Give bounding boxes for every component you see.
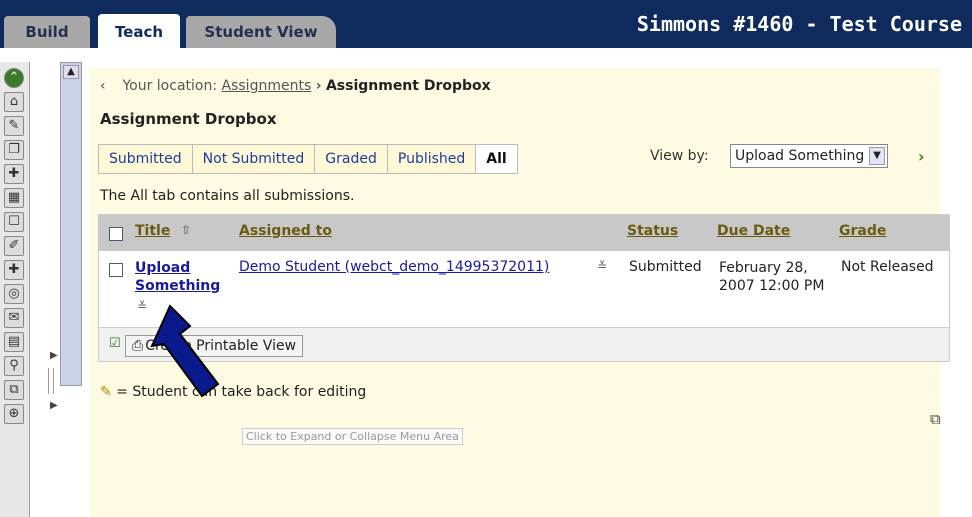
document-icon[interactable]: ❐ — [4, 140, 24, 160]
menu-collapse-handle[interactable]: ▶ ▶ — [44, 350, 58, 430]
search-icon[interactable]: ⚲ — [4, 356, 24, 376]
course-title: Simmons #1460 - Test Course — [636, 12, 962, 36]
scroll-up-icon[interactable]: ▲ — [63, 65, 79, 79]
grade-value: Not Released — [841, 259, 934, 275]
top-navigation-bar: Build Teach Student View Simmons #1460 -… — [0, 0, 972, 48]
tooltip: Click to Expand or Collapse Menu Area — [242, 428, 463, 445]
go-arrow-icon[interactable]: › — [918, 147, 925, 166]
column-status[interactable]: Status — [627, 223, 678, 239]
table-header: Title ⇧ Assigned to Status Due Date Grad… — [99, 215, 949, 251]
tab-build[interactable]: Build — [4, 16, 90, 48]
pointer-arrow-annotation — [150, 304, 220, 398]
pen-icon[interactable]: ✎ — [4, 116, 24, 136]
sort-up-icon: ⇧ — [181, 223, 192, 237]
back-chevron-icon[interactable]: ‹ — [100, 78, 118, 94]
pin-icon[interactable]: ✐ — [4, 236, 24, 256]
filter-tabs: Submitted Not Submitted Graded Published… — [98, 144, 518, 174]
tab-submitted[interactable]: Submitted — [99, 145, 193, 173]
copy-pages-icon[interactable]: ⧉ — [4, 380, 24, 400]
splitter-grip-icon — [48, 368, 54, 394]
row-checkbox[interactable] — [109, 263, 123, 277]
view-by-selected-value: Upload Something — [735, 148, 865, 164]
due-date-value: February 28, 2007 12:00 PM — [719, 260, 825, 294]
column-title[interactable]: Title — [135, 223, 170, 239]
breadcrumb-link-assignments[interactable]: Assignments — [222, 78, 312, 94]
check-all-icon[interactable]: ☑ — [109, 336, 121, 351]
status-value: Submitted — [629, 259, 702, 275]
submission-title-link[interactable]: Upload Something — [135, 259, 235, 295]
tab-not-submitted[interactable]: Not Submitted — [193, 145, 316, 173]
main-content: ‹ Your location: Assignments › Assignmen… — [90, 68, 950, 517]
disc-icon[interactable]: ◎ — [4, 284, 24, 304]
globe-icon[interactable]: ⊕ — [4, 404, 24, 424]
tab-description: The All tab contains all submissions. — [100, 188, 355, 204]
breadcrumb: ‹ Your location: Assignments › Assignmen… — [100, 78, 491, 94]
expand-arrow-icon: ▶ — [50, 400, 58, 411]
assignment-icon[interactable]: ✚ — [4, 164, 24, 184]
view-by-select[interactable]: Upload Something ▼ — [730, 144, 888, 168]
student-menu-icon[interactable]: ≚ — [597, 259, 607, 273]
menu-scrollbar[interactable]: ▲ — [60, 62, 82, 386]
breadcrumb-separator: › — [315, 78, 322, 94]
tab-graded[interactable]: Graded — [315, 145, 388, 173]
column-due-date[interactable]: Due Date — [717, 223, 790, 239]
select-all-checkbox[interactable] — [109, 227, 123, 241]
copy-icon[interactable]: ⧉ — [930, 410, 941, 428]
chevron-down-icon: ▼ — [869, 147, 885, 165]
column-assigned-to[interactable]: Assigned to — [239, 223, 332, 239]
tab-student-view[interactable]: Student View — [186, 16, 336, 48]
collapse-icon[interactable]: ⌃ — [4, 68, 24, 88]
tab-all[interactable]: All — [476, 145, 517, 173]
submission-menu-icon[interactable]: ≚ — [137, 299, 147, 313]
assigned-to-link[interactable]: Demo Student (webct_demo_14995372011) — [239, 259, 549, 275]
column-grade[interactable]: Grade — [839, 223, 886, 239]
grid-icon[interactable]: ▦ — [4, 188, 24, 208]
chat-icon[interactable]: ☐ — [4, 212, 24, 232]
add-content-icon[interactable]: ✚ — [4, 260, 24, 280]
tab-published[interactable]: Published — [388, 145, 477, 173]
mail-icon[interactable]: ✉ — [4, 308, 24, 328]
breadcrumb-prefix: Your location: — [122, 78, 218, 94]
calendar-icon[interactable]: ▤ — [4, 332, 24, 352]
printer-icon: ⎙ — [132, 338, 144, 354]
breadcrumb-current: Assignment Dropbox — [325, 78, 491, 94]
left-tool-bar: ⌃ ⌂ ✎ ❐ ✚ ▦ ☐ ✐ ✚ ◎ ✉ ▤ ⚲ ⧉ ⊕ — [0, 62, 30, 517]
view-by-label: View by: — [650, 148, 709, 164]
expand-arrow-icon: ▶ — [50, 350, 58, 361]
tab-teach[interactable]: Teach — [98, 14, 180, 48]
home-icon[interactable]: ⌂ — [4, 92, 24, 112]
page-title: Assignment Dropbox — [100, 110, 277, 128]
pencil-icon: ✎ — [100, 384, 112, 400]
